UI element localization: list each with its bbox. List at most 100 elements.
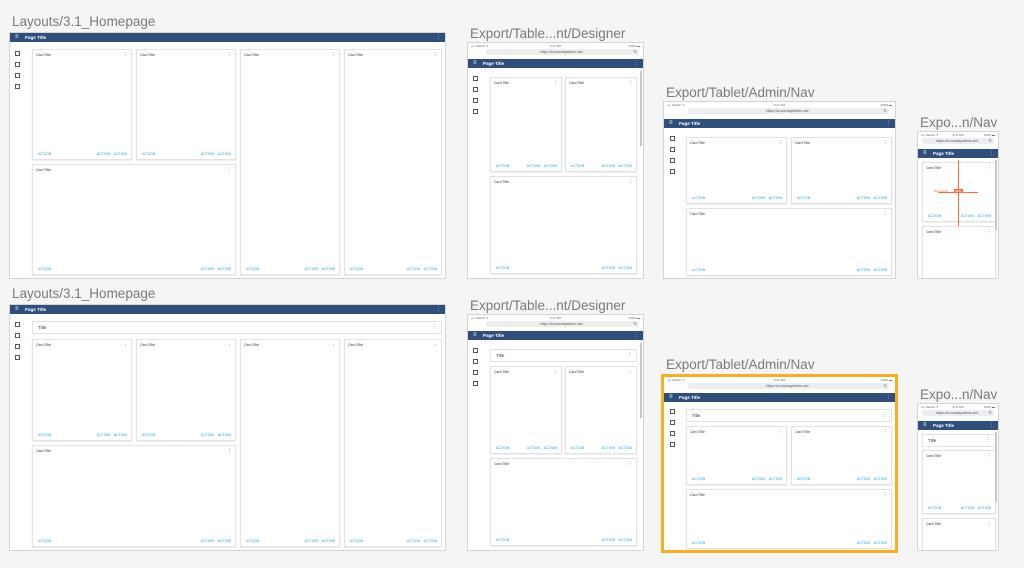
artboard-phone-2[interactable]: •••• Sketch ✈ 9:47 AM 100% ▬ https://st.co… [917, 403, 999, 551]
nav-checkbox[interactable] [473, 348, 478, 353]
more-icon[interactable]: ⋮ [884, 211, 889, 216]
card-action-button[interactable]: ACTION [692, 541, 705, 545]
card-action-button[interactable]: ACTION [201, 267, 214, 271]
nav-checkbox[interactable] [473, 98, 478, 103]
card-action-button[interactable]: ACTION [527, 446, 540, 450]
artboard-label-designer-2[interactable]: Export/Table...nt/Designer [470, 298, 625, 314]
title-bar[interactable]: Title ⋮ [922, 434, 996, 447]
card-action-button[interactable]: ACTION [571, 164, 584, 168]
more-icon[interactable]: ⋮ [779, 140, 784, 145]
card-action-button[interactable]: ACTION [97, 152, 110, 156]
nav-checkbox[interactable] [15, 84, 20, 89]
nav-checkbox[interactable] [15, 344, 20, 349]
artboard-phone-1[interactable]: •••• Sketch ✈ 9:47 AM 100% ▬ https://st.co… [917, 131, 999, 279]
more-icon[interactable]: ⋮ [228, 52, 233, 57]
card-action-button[interactable]: ACTION [114, 433, 127, 437]
card-action-button[interactable]: ACTION [218, 152, 231, 156]
artboard-label-homepage-1[interactable]: Layouts/3.1_Homepage [12, 14, 155, 30]
nav-checkbox[interactable] [15, 51, 20, 56]
url-bar[interactable]: https://st.conwaystems.net/.. ↻ [486, 49, 639, 55]
card-action-button[interactable]: ACTION [857, 268, 870, 272]
card-action-button[interactable]: ACTION [797, 196, 810, 200]
nav-checkbox[interactable] [473, 87, 478, 92]
card-action-button[interactable]: ACTION [619, 164, 632, 168]
more-icon[interactable]: ⋮ [629, 461, 634, 466]
card-action-button[interactable]: ACTION [246, 267, 259, 271]
card-action-button[interactable]: ACTION [350, 539, 363, 543]
more-icon[interactable]: ⋮ [988, 165, 993, 170]
card-action-button[interactable]: ACTION [496, 266, 509, 270]
nav-checkbox[interactable] [473, 370, 478, 375]
title-bar[interactable]: Title ⋮ [686, 409, 892, 422]
card-action-button[interactable]: ACTION [544, 164, 557, 168]
more-icon[interactable]: ⋮ [228, 167, 233, 172]
more-icon[interactable]: ⋮ [988, 521, 993, 526]
menu-icon[interactable]: ≡ [669, 120, 673, 126]
nav-checkbox[interactable] [670, 431, 675, 436]
nav-checkbox[interactable] [15, 322, 20, 327]
card-action-button[interactable]: ACTION [961, 214, 974, 218]
card-action-button[interactable]: ACTION [305, 539, 318, 543]
card-action-button[interactable]: ACTION [218, 539, 231, 543]
nav-checkbox[interactable] [15, 62, 20, 67]
nav-checkbox[interactable] [670, 136, 675, 141]
artboard-designer-2[interactable]: •••• Sketch ✈ 9:47 AM 100% ▬ https://st.co… [467, 314, 644, 551]
more-icon[interactable]: ⋮ [436, 306, 441, 312]
nav-checkbox[interactable] [15, 355, 20, 360]
more-icon[interactable]: ⋮ [434, 342, 439, 347]
card-action-button[interactable]: ACTION [961, 506, 974, 510]
menu-icon[interactable]: ≡ [923, 150, 927, 156]
card-action-button[interactable]: ACTION [752, 196, 765, 200]
url-bar[interactable]: https://st.conwaystems.net/.. ↻ [486, 321, 639, 327]
nav-checkbox[interactable] [473, 359, 478, 364]
card-action-button[interactable]: ACTION [692, 477, 705, 481]
refresh-icon[interactable]: ↻ [989, 138, 992, 144]
title-bar[interactable]: Title ⋮ [490, 349, 637, 362]
card-action-button[interactable]: ACTION [97, 433, 110, 437]
artboard-admin-2-selected[interactable]: •••• Sketch ✈ 9:47 AM 100% ▬ https://st.co… [661, 374, 898, 553]
card-action-button[interactable]: ACTION [571, 446, 584, 450]
artboard-homepage-1[interactable]: ≡ Page Title ⋮ Card Title ⋮ ACTION ACTION A… [9, 32, 446, 279]
more-icon[interactable]: ⋮ [228, 448, 233, 453]
card-action-button[interactable]: ACTION [619, 446, 632, 450]
refresh-icon[interactable]: ↻ [884, 383, 887, 389]
card-action-button[interactable]: ACTION [602, 266, 615, 270]
card-action-button[interactable]: ACTION [246, 539, 259, 543]
menu-icon[interactable]: ≡ [15, 34, 19, 40]
card-action-button[interactable]: ACTION [201, 433, 214, 437]
card-action-button[interactable]: ACTION [619, 266, 632, 270]
more-icon[interactable]: ⋮ [434, 52, 439, 57]
card-action-button[interactable]: ACTION [407, 539, 420, 543]
artboard-label-homepage-2[interactable]: Layouts/3.1_Homepage [12, 286, 155, 302]
more-icon[interactable]: ⋮ [554, 80, 559, 85]
artboard-label-designer-1[interactable]: Export/Table...nt/Designer [470, 26, 625, 42]
artboard-homepage-2[interactable]: ≡ Page Title ⋮ Title ⋮ Card Title ⋮ ACTION… [9, 304, 446, 551]
more-icon[interactable]: ⋮ [886, 120, 891, 126]
refresh-icon[interactable]: ↻ [884, 108, 887, 114]
menu-icon[interactable]: ≡ [15, 306, 19, 312]
card-action-button[interactable]: ACTION [874, 196, 887, 200]
nav-checkbox[interactable] [670, 442, 675, 447]
card-action-button[interactable]: ACTION [874, 268, 887, 272]
card-action-button[interactable]: ACTION [142, 433, 155, 437]
card-action-button[interactable]: ACTION [424, 539, 437, 543]
more-icon[interactable]: ⋮ [884, 429, 889, 434]
scrollbar[interactable] [995, 160, 997, 230]
card-action-button[interactable]: ACTION [305, 267, 318, 271]
card-action-button[interactable]: ACTION [424, 267, 437, 271]
nav-checkbox[interactable] [670, 147, 675, 152]
scrollbar[interactable] [995, 432, 997, 502]
more-icon[interactable]: ⋮ [884, 140, 889, 145]
url-bar[interactable]: https://st.conwaystems.net/.. ↻ [688, 108, 889, 114]
artboard-designer-1[interactable]: •••• Sketch ✈ 9:47 AM 100% ▬ https://st.co… [467, 42, 644, 279]
more-icon[interactable]: ⋮ [882, 412, 887, 418]
more-icon[interactable]: ⋮ [634, 332, 639, 338]
more-icon[interactable]: ⋮ [886, 394, 891, 400]
scrollbar[interactable] [640, 343, 642, 418]
menu-icon[interactable]: ≡ [669, 394, 673, 400]
card-action-button[interactable]: ACTION [928, 506, 941, 510]
refresh-icon[interactable]: ↻ [989, 410, 992, 416]
more-icon[interactable]: ⋮ [332, 342, 337, 347]
more-icon[interactable]: ⋮ [436, 34, 441, 40]
card-action-button[interactable]: ACTION [769, 196, 782, 200]
